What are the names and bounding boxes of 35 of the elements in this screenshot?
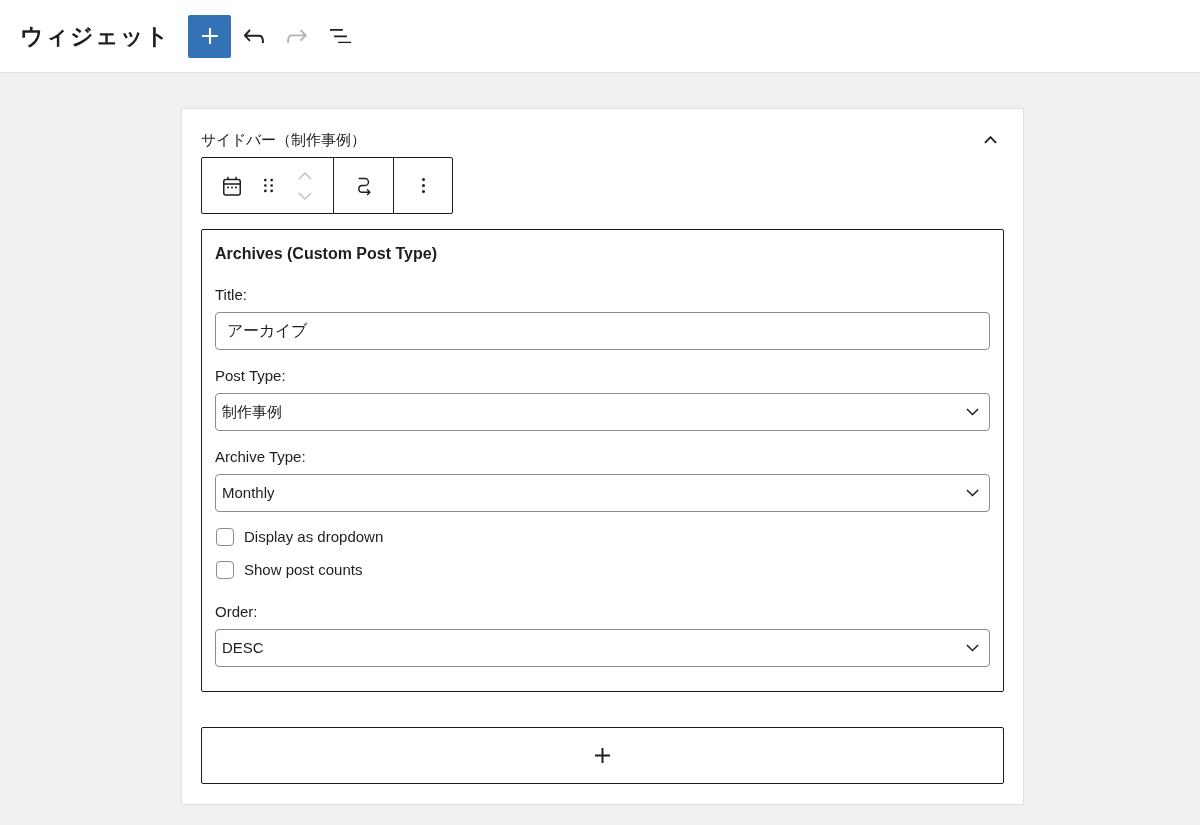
field-label: Post Type: [215,367,286,385]
select-value: DESC [222,637,264,658]
select-value: Monthly [222,482,275,503]
list-view-icon [329,28,351,44]
select-field[interactable]: 制作事例 [215,393,990,431]
chevron-down-icon [966,644,979,652]
curved-arrow-icon [355,175,372,196]
drag-handle-icon [263,178,273,193]
checkbox[interactable] [216,561,234,579]
widget-area-title: サイドバー（制作事例） [201,130,366,150]
chevron-up-icon [983,136,997,144]
calendar-icon [222,175,242,196]
plus-icon [595,748,610,763]
plus-icon [201,28,218,44]
chevron-down-icon [298,191,312,200]
select-field[interactable]: DESC [215,629,990,667]
page-title: ウィジェット [20,22,170,51]
select-field[interactable]: Monthly [215,474,990,512]
checkbox-label: Show post counts [244,561,363,579]
checkbox[interactable] [216,528,234,546]
field-label: Title: [215,286,247,304]
add-block-button[interactable] [188,14,231,58]
more-vertical-icon [421,178,425,193]
field-label: Order: [215,603,258,621]
add-block-appender[interactable] [201,727,1004,784]
select-value: 制作事例 [222,401,282,422]
chevron-up-icon [298,171,312,180]
widget-title: Archives (Custom Post Type) [215,244,437,264]
title-input[interactable]: アーカイブ [215,312,990,350]
redo-icon [287,29,307,43]
chevron-down-icon [966,408,979,416]
undo-icon [244,28,264,44]
checkbox-label: Display as dropdown [244,528,384,546]
chevron-down-icon [966,489,979,497]
field-label: Archive Type: [215,448,306,466]
